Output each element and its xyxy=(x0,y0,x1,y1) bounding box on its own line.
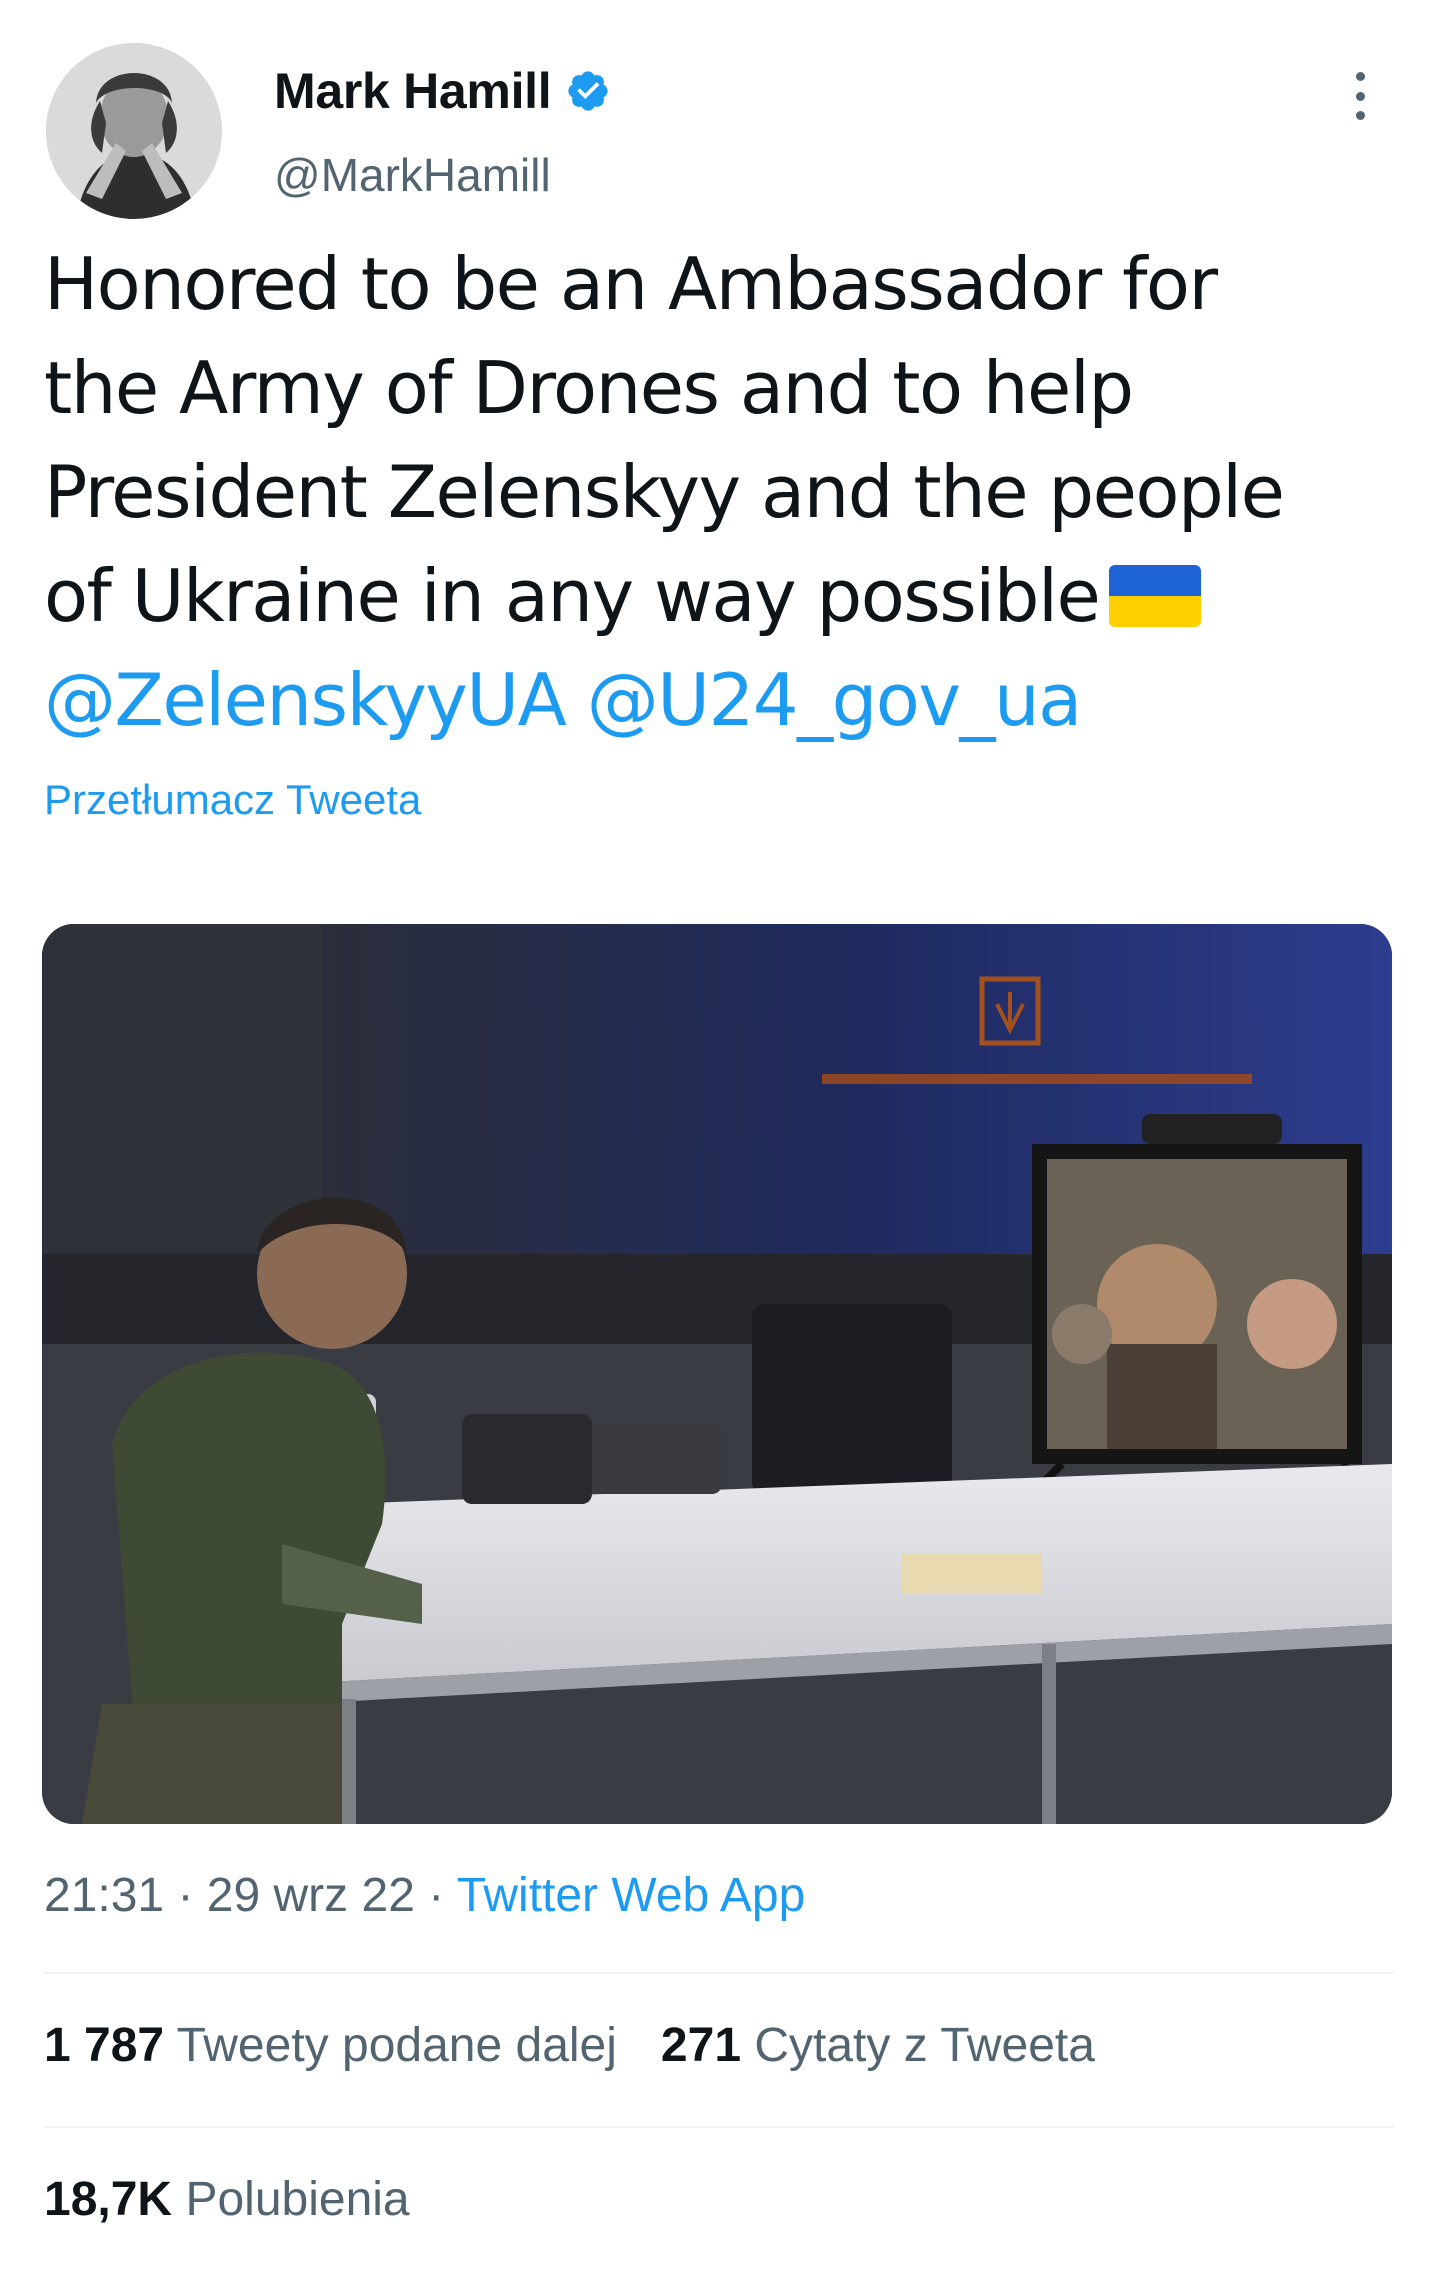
meeting-room-photo xyxy=(42,924,1392,1824)
tweet-card: Mark Hamill @MarkHamill Honored to be an… xyxy=(0,0,1440,2276)
divider xyxy=(44,1972,1394,1974)
likes-count: 18,7K xyxy=(44,2173,173,2226)
tweet-text-line: Honored to be an Ambassador for xyxy=(44,242,1218,326)
translate-tweet-link[interactable]: Przetłumacz Tweeta xyxy=(44,776,421,824)
retweets-count: 1 787 xyxy=(44,2019,165,2072)
retweets-stat[interactable]: 1 787 Tweety podane dalej xyxy=(44,2019,617,2072)
verified-badge-icon xyxy=(568,71,609,111)
tweet-meta: 21:31 · 29 wrz 22 · Twitter Web App xyxy=(44,1868,805,1923)
quotes-label: Cytaty z Tweeta xyxy=(754,2019,1095,2072)
quotes-stat[interactable]: 271 Cytaty z Tweeta xyxy=(661,2019,1095,2072)
retweet-quote-stats: 1 787 Tweety podane dalej 271 Cytaty z Tw… xyxy=(44,2018,1095,2073)
likes-stats: 18,7K Polubienia xyxy=(44,2172,410,2227)
divider xyxy=(44,2126,1394,2128)
tweet-time[interactable]: 21:31 xyxy=(44,1869,164,1922)
mention-link-zelenskyyua[interactable]: @ZelenskyyUA xyxy=(44,658,567,742)
tweet-text: Honored to be an Ambassador for the Army… xyxy=(44,232,1404,752)
mentions-line: @ZelenskyyUA @U24_gov_ua xyxy=(44,648,1404,752)
author-display-name[interactable]: Mark Hamill xyxy=(274,62,552,120)
likes-label: Polubienia xyxy=(185,2173,410,2226)
tweet-date[interactable]: 29 wrz 22 xyxy=(207,1869,415,1922)
ukraine-flag-icon xyxy=(1109,565,1202,627)
quotes-count: 271 xyxy=(660,2019,742,2072)
tweet-source-link[interactable]: Twitter Web App xyxy=(457,1869,806,1922)
meta-separator: · xyxy=(164,1869,207,1922)
tweet-text-line-content: of Ukraine in any way possible xyxy=(44,554,1101,638)
tweet-text-line: the Army of Drones and to help xyxy=(44,346,1134,430)
tweet-text-line: of Ukraine in any way possible xyxy=(44,544,1404,648)
tweet-media-photo[interactable] xyxy=(42,924,1392,1824)
author-avatar[interactable] xyxy=(46,43,222,219)
tweet-text-line: President Zelenskyy and the people xyxy=(44,450,1285,534)
retweets-label: Tweety podane dalej xyxy=(176,2019,617,2072)
author-handle[interactable]: @MarkHamill xyxy=(274,148,551,202)
more-options-icon[interactable] xyxy=(1340,66,1380,126)
likes-stat[interactable]: 18,7K Polubienia xyxy=(44,2173,410,2226)
meta-separator: · xyxy=(414,1869,457,1922)
author-name-row[interactable]: Mark Hamill xyxy=(274,62,611,120)
mention-link-u24[interactable]: @U24_gov_ua xyxy=(587,658,1082,742)
avatar-photo xyxy=(46,43,222,219)
